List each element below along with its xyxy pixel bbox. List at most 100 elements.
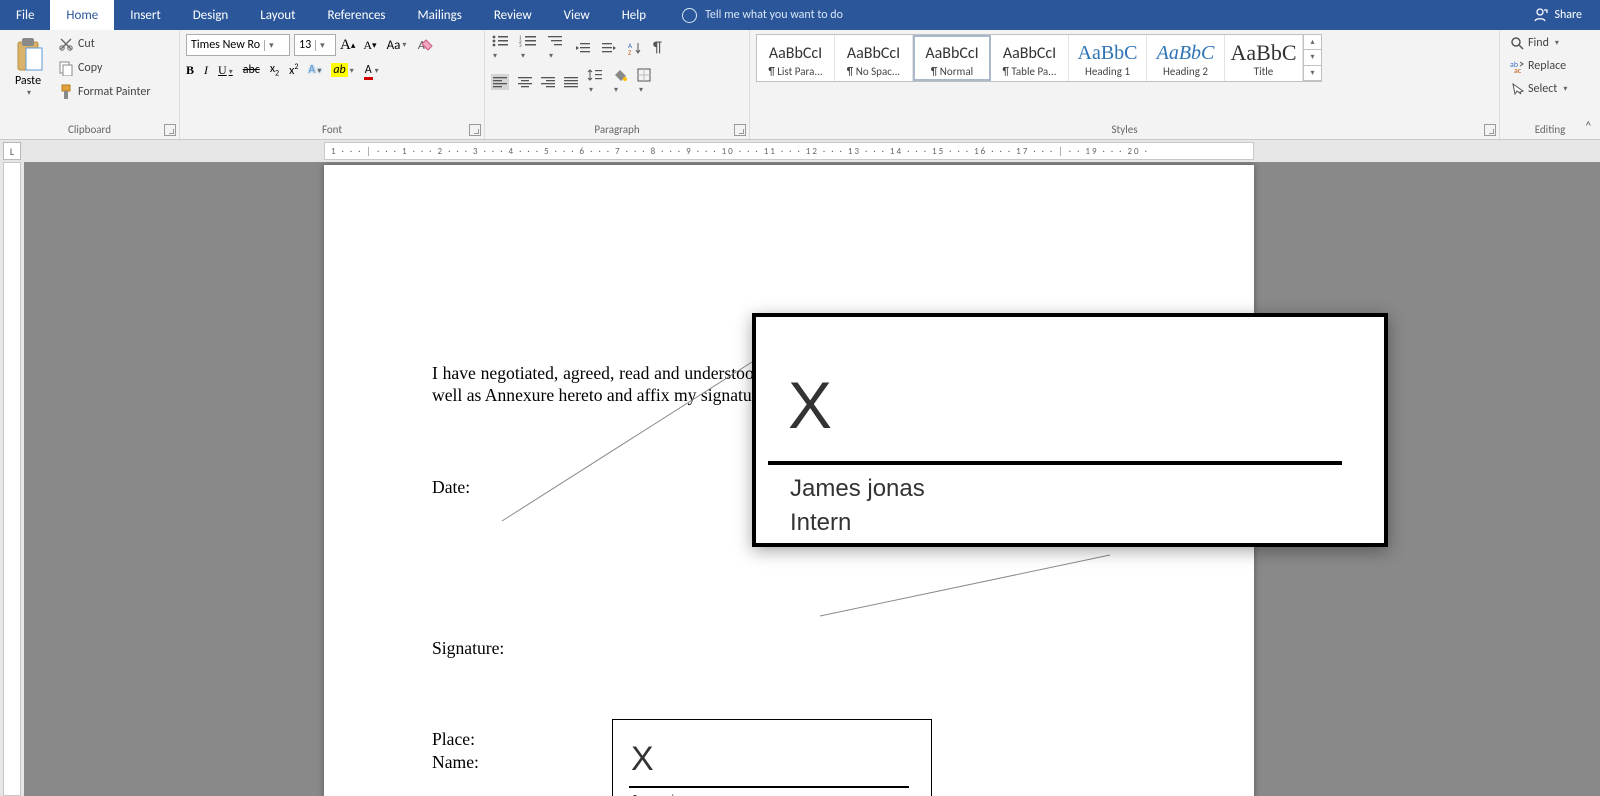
style-name: ¶ Normal (915, 65, 989, 78)
highlight-button[interactable]: ab▾ (331, 63, 353, 77)
tab-mailings[interactable]: Mailings (402, 0, 478, 30)
group-label-font: Font (186, 121, 478, 139)
tab-review[interactable]: Review (478, 0, 548, 30)
align-center-icon (518, 76, 532, 88)
shrink-font-button[interactable]: A▾ (363, 38, 376, 53)
font-launcher[interactable] (469, 124, 481, 136)
text-effects-button[interactable]: A▾ (308, 63, 321, 77)
decrease-indent-button[interactable] (575, 41, 591, 55)
signature-line-object[interactable]: X James jonas Intern (612, 719, 932, 796)
chevron-down-icon: ▾ (315, 40, 325, 51)
select-button[interactable]: Select▾ (1506, 80, 1571, 98)
grow-font-button[interactable]: A▴ (340, 37, 355, 54)
style-name: Heading 1 (1071, 65, 1144, 78)
tab-help[interactable]: Help (606, 0, 662, 30)
numbering-button[interactable]: 123▾ (519, 34, 537, 62)
format-painter-label: Format Painter (78, 85, 151, 99)
horizontal-ruler[interactable]: 1 · · · │ · · · 1 · · · 2 · · · 3 · · · … (24, 142, 1600, 160)
styles-gallery[interactable]: AaBbCcI¶ List Para...AaBbCcI¶ No Spac...… (756, 34, 1322, 82)
style-item-2[interactable]: AaBbCcI¶ Normal (913, 35, 991, 81)
align-right-button[interactable] (541, 76, 555, 88)
borders-button[interactable]: ▾ (637, 68, 651, 96)
replace-label: Replace (1528, 59, 1566, 73)
style-preview: AaBbCcI (837, 41, 910, 65)
style-name: ¶ No Spac... (837, 65, 910, 78)
change-case-button[interactable]: Aa▾ (387, 38, 407, 53)
indent-icon (601, 41, 617, 55)
line-spacing-button[interactable]: ▾ (587, 68, 603, 96)
justify-button[interactable] (564, 76, 578, 88)
font-color-button[interactable]: A▾ (364, 63, 379, 77)
copy-button[interactable]: Copy (54, 58, 155, 78)
styles-launcher[interactable] (1484, 124, 1496, 136)
tab-insert[interactable]: Insert (114, 0, 177, 30)
font-name-combo[interactable]: Times New Ro▾ (186, 34, 290, 56)
font-size-combo[interactable]: 13▾ (294, 34, 336, 56)
svg-text:3: 3 (519, 43, 522, 48)
style-item-5[interactable]: AaBbCHeading 2 (1147, 35, 1225, 81)
align-right-icon (541, 76, 555, 88)
find-button[interactable]: Find▾ (1506, 34, 1571, 52)
increase-indent-button[interactable] (601, 41, 617, 55)
replace-button[interactable]: abac Replace (1506, 57, 1571, 75)
show-marks-button[interactable]: ¶ (653, 39, 662, 57)
group-label-paragraph: Paragraph (491, 121, 743, 139)
multilevel-button[interactable]: ▾ (547, 34, 565, 62)
sort-button[interactable]: AZ (627, 41, 643, 55)
tell-me-search[interactable]: Tell me what you want to do (682, 0, 843, 30)
group-label-styles: Styles (756, 121, 1493, 139)
share-button[interactable]: Share (1514, 0, 1600, 30)
vertical-ruler[interactable] (3, 162, 21, 796)
clear-formatting-button[interactable]: A (416, 36, 434, 54)
cut-button[interactable]: Cut (54, 34, 155, 54)
paste-label: Paste (15, 74, 41, 88)
clipboard-launcher[interactable] (164, 124, 176, 136)
align-left-button[interactable] (491, 74, 509, 90)
signature-x-icon-large: X (788, 367, 832, 443)
tab-layout[interactable]: Layout (244, 0, 311, 30)
tab-view[interactable]: View (548, 0, 606, 30)
paragraph-launcher[interactable] (734, 124, 746, 136)
gallery-up[interactable]: ▴ (1304, 35, 1321, 50)
tab-file[interactable]: File (0, 0, 50, 30)
replace-icon: abac (1510, 59, 1524, 73)
style-item-1[interactable]: AaBbCcI¶ No Spac... (835, 35, 913, 81)
bucket-icon (612, 68, 628, 82)
search-icon (1510, 36, 1524, 50)
underline-button[interactable]: U▾ (218, 63, 233, 78)
format-painter-button[interactable]: Format Painter (54, 82, 155, 102)
bullets-button[interactable]: ▾ (491, 34, 509, 62)
ruler-tab-selector[interactable]: L (3, 142, 21, 160)
signature-label[interactable]: Signature: (432, 638, 1166, 659)
shading-button[interactable]: ▾ (612, 68, 628, 96)
gallery-down[interactable]: ▾ (1304, 50, 1321, 65)
style-item-4[interactable]: AaBbCHeading 1 (1069, 35, 1147, 81)
paste-button[interactable]: Paste ▾ (6, 34, 50, 98)
ribbon: Paste ▾ Cut Copy Format Painter Clipboar… (0, 30, 1600, 140)
tab-home[interactable]: Home (50, 0, 114, 30)
style-item-3[interactable]: AaBbCcI¶ Table Pa... (991, 35, 1069, 81)
subscript-button[interactable]: x2 (270, 62, 279, 78)
find-label: Find (1528, 36, 1549, 50)
gallery-scroll[interactable]: ▴▾▾ (1303, 35, 1321, 81)
paste-icon (12, 36, 44, 74)
align-center-button[interactable] (518, 76, 532, 88)
borders-icon (637, 68, 651, 82)
strikethrough-button[interactable]: abc (243, 63, 260, 77)
tell-me-label: Tell me what you want to do (705, 8, 843, 22)
collapse-ribbon-button[interactable]: ˄ (1584, 118, 1592, 135)
tab-design[interactable]: Design (177, 0, 244, 30)
gallery-more[interactable]: ▾ (1304, 66, 1321, 81)
copy-icon (58, 60, 74, 76)
bold-button[interactable]: B (186, 63, 194, 78)
ruler-marks: 1 · · · │ · · · 1 · · · 2 · · · 3 · · · … (325, 146, 1149, 157)
chevron-down-icon: ▾ (27, 88, 31, 98)
style-name: Heading 2 (1149, 65, 1222, 78)
multilevel-icon (547, 34, 565, 48)
style-item-6[interactable]: AaBbCTitle (1225, 35, 1303, 81)
italic-button[interactable]: I (204, 63, 208, 78)
superscript-button[interactable]: x2 (289, 62, 298, 78)
signature-signer-large: James jonas (790, 475, 925, 503)
style-item-0[interactable]: AaBbCcI¶ List Para... (757, 35, 835, 81)
tab-references[interactable]: References (312, 0, 402, 30)
